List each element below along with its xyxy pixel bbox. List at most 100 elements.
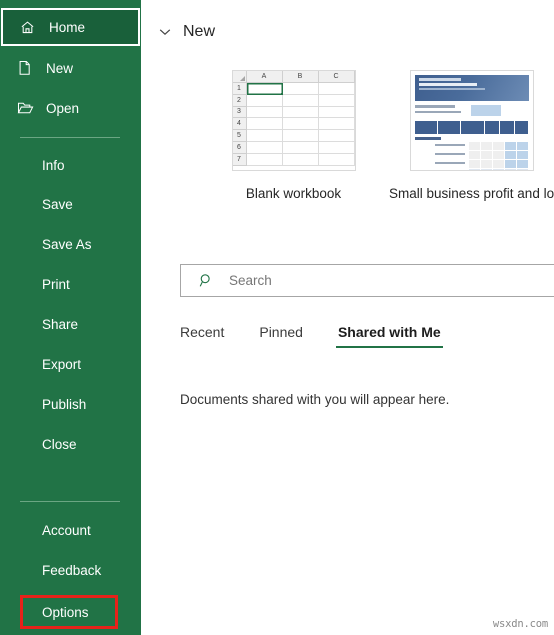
sidebar-divider	[20, 501, 120, 502]
grid-cell	[318, 118, 355, 131]
backstage-main-panel: New A B C 1 2 3 4 5 6 7 Blank workbook S…	[141, 0, 554, 635]
sidebar-item-open[interactable]: Open	[0, 94, 141, 122]
sidebar-item-publish[interactable]: Publish	[0, 390, 141, 418]
tab-shared-with-me[interactable]: Shared with Me	[335, 324, 443, 348]
new-document-icon	[17, 60, 43, 76]
profit-loss-preview	[410, 71, 533, 170]
grid-cell	[318, 83, 355, 95]
sidebar-item-new[interactable]: New	[0, 54, 141, 82]
sidebar-item-export[interactable]: Export	[0, 350, 141, 378]
sidebar-item-label: New	[46, 60, 74, 76]
home-icon	[20, 20, 46, 35]
grid-cell	[246, 153, 283, 166]
search-icon[interactable]	[199, 273, 225, 288]
grid-cell	[246, 118, 283, 131]
sidebar-item-label: Save	[42, 196, 73, 212]
grid-cell-a1-selected	[246, 83, 284, 96]
grid-row: 1	[232, 83, 355, 96]
grid-cell	[282, 141, 319, 154]
empty-state-message: Documents shared with you will appear he…	[180, 392, 450, 407]
watermark: wsxdn.com	[492, 618, 548, 630]
tab-label: Pinned	[259, 324, 303, 340]
open-folder-icon	[17, 101, 43, 115]
sidebar-item-label: Info	[42, 157, 65, 173]
preview-table-rows	[415, 141, 529, 170]
grid-cell	[283, 83, 319, 95]
grid-cell	[318, 153, 355, 166]
sidebar-item-close[interactable]: Close	[0, 430, 141, 458]
grid-row-header: 4	[232, 118, 247, 131]
sidebar-item-print[interactable]: Print	[0, 270, 141, 298]
grid-cell	[282, 118, 319, 131]
grid-column-header: B	[282, 71, 319, 83]
template-thumbnail-profit-loss[interactable]	[409, 70, 534, 171]
preview-meta	[414, 105, 529, 116]
grid-row: 3	[232, 106, 355, 119]
new-section-title: New	[183, 23, 216, 40]
template-card-blank-workbook[interactable]: A B C 1 2 3 4 5 6 7 Blank workbook	[211, 70, 376, 201]
sidebar-item-label: Options	[42, 604, 89, 620]
document-list-tabs: Recent Pinned Shared with Me	[180, 324, 476, 348]
template-caption: Small business profit and los...	[389, 186, 554, 201]
grid-row: 5	[232, 130, 355, 142]
grid-cell	[282, 94, 319, 107]
chevron-down-icon[interactable]	[157, 24, 173, 40]
preview-table-header	[414, 121, 529, 134]
sidebar-item-feedback[interactable]: Feedback	[0, 556, 141, 584]
grid-row: 6	[232, 141, 355, 154]
grid-column-header-row: A B C	[232, 71, 355, 83]
search-input[interactable]	[229, 273, 554, 288]
grid-cell	[246, 94, 283, 107]
grid-cell	[318, 106, 355, 119]
grid-cell	[318, 94, 355, 107]
tab-label: Recent	[180, 324, 225, 340]
sidebar-item-label: Open	[46, 100, 80, 116]
grid-cell	[246, 106, 283, 119]
grid-select-all-corner	[232, 71, 247, 83]
grid-row-header: 7	[232, 153, 247, 166]
grid-cell	[282, 106, 319, 119]
grid-column-header: C	[318, 71, 355, 83]
sidebar-item-save-as[interactable]: Save As	[0, 230, 141, 258]
tab-recent[interactable]: Recent	[180, 324, 224, 348]
grid-row: 2	[232, 94, 355, 107]
sidebar-item-label: Publish	[42, 396, 87, 412]
template-thumbnail-spreadsheet[interactable]: A B C 1 2 3 4 5 6 7	[231, 70, 356, 171]
sidebar-item-info[interactable]: Info	[0, 151, 141, 179]
grid-row: 7	[232, 153, 355, 166]
backstage-sidebar: Home New Open Info Save Save As Print Sh…	[0, 0, 141, 635]
grid-row-header: 1	[232, 83, 247, 95]
grid-cell	[282, 153, 319, 166]
tab-pinned[interactable]: Pinned	[259, 324, 303, 348]
preview-banner	[414, 75, 529, 101]
grid-row: 4	[232, 118, 355, 131]
sidebar-item-options[interactable]: Options	[0, 598, 141, 626]
sidebar-item-label: Account	[42, 522, 91, 538]
new-section-header[interactable]: New	[157, 23, 215, 41]
grid-row-header: 2	[232, 94, 247, 107]
spreadsheet-grid-preview: A B C 1 2 3 4 5 6 7	[232, 71, 355, 170]
sidebar-item-home[interactable]: Home	[1, 8, 140, 46]
sidebar-item-label: Save As	[42, 236, 92, 252]
sidebar-item-account[interactable]: Account	[0, 516, 141, 544]
grid-cell	[318, 141, 355, 154]
grid-cell	[246, 141, 283, 154]
grid-row-header: 6	[232, 141, 247, 154]
template-card-small-business-profit-and-loss[interactable]: Small business profit and los...	[389, 70, 554, 201]
sidebar-item-label: Print	[42, 276, 70, 292]
grid-cell	[246, 130, 283, 142]
sidebar-item-share[interactable]: Share	[0, 310, 141, 338]
sidebar-item-label: Share	[42, 316, 79, 332]
tab-label: Shared with Me	[337, 324, 441, 340]
grid-row-header: 3	[232, 106, 247, 119]
grid-cell	[318, 130, 355, 142]
sidebar-item-save[interactable]: Save	[0, 190, 141, 218]
sidebar-divider	[20, 137, 120, 138]
sidebar-item-label: Export	[42, 356, 82, 372]
sidebar-item-label: Feedback	[42, 562, 102, 578]
search-box[interactable]	[180, 264, 554, 297]
template-caption: Blank workbook	[245, 186, 342, 201]
grid-column-header: A	[246, 71, 283, 83]
grid-row-header: 5	[232, 130, 247, 142]
grid-cell	[282, 130, 319, 142]
